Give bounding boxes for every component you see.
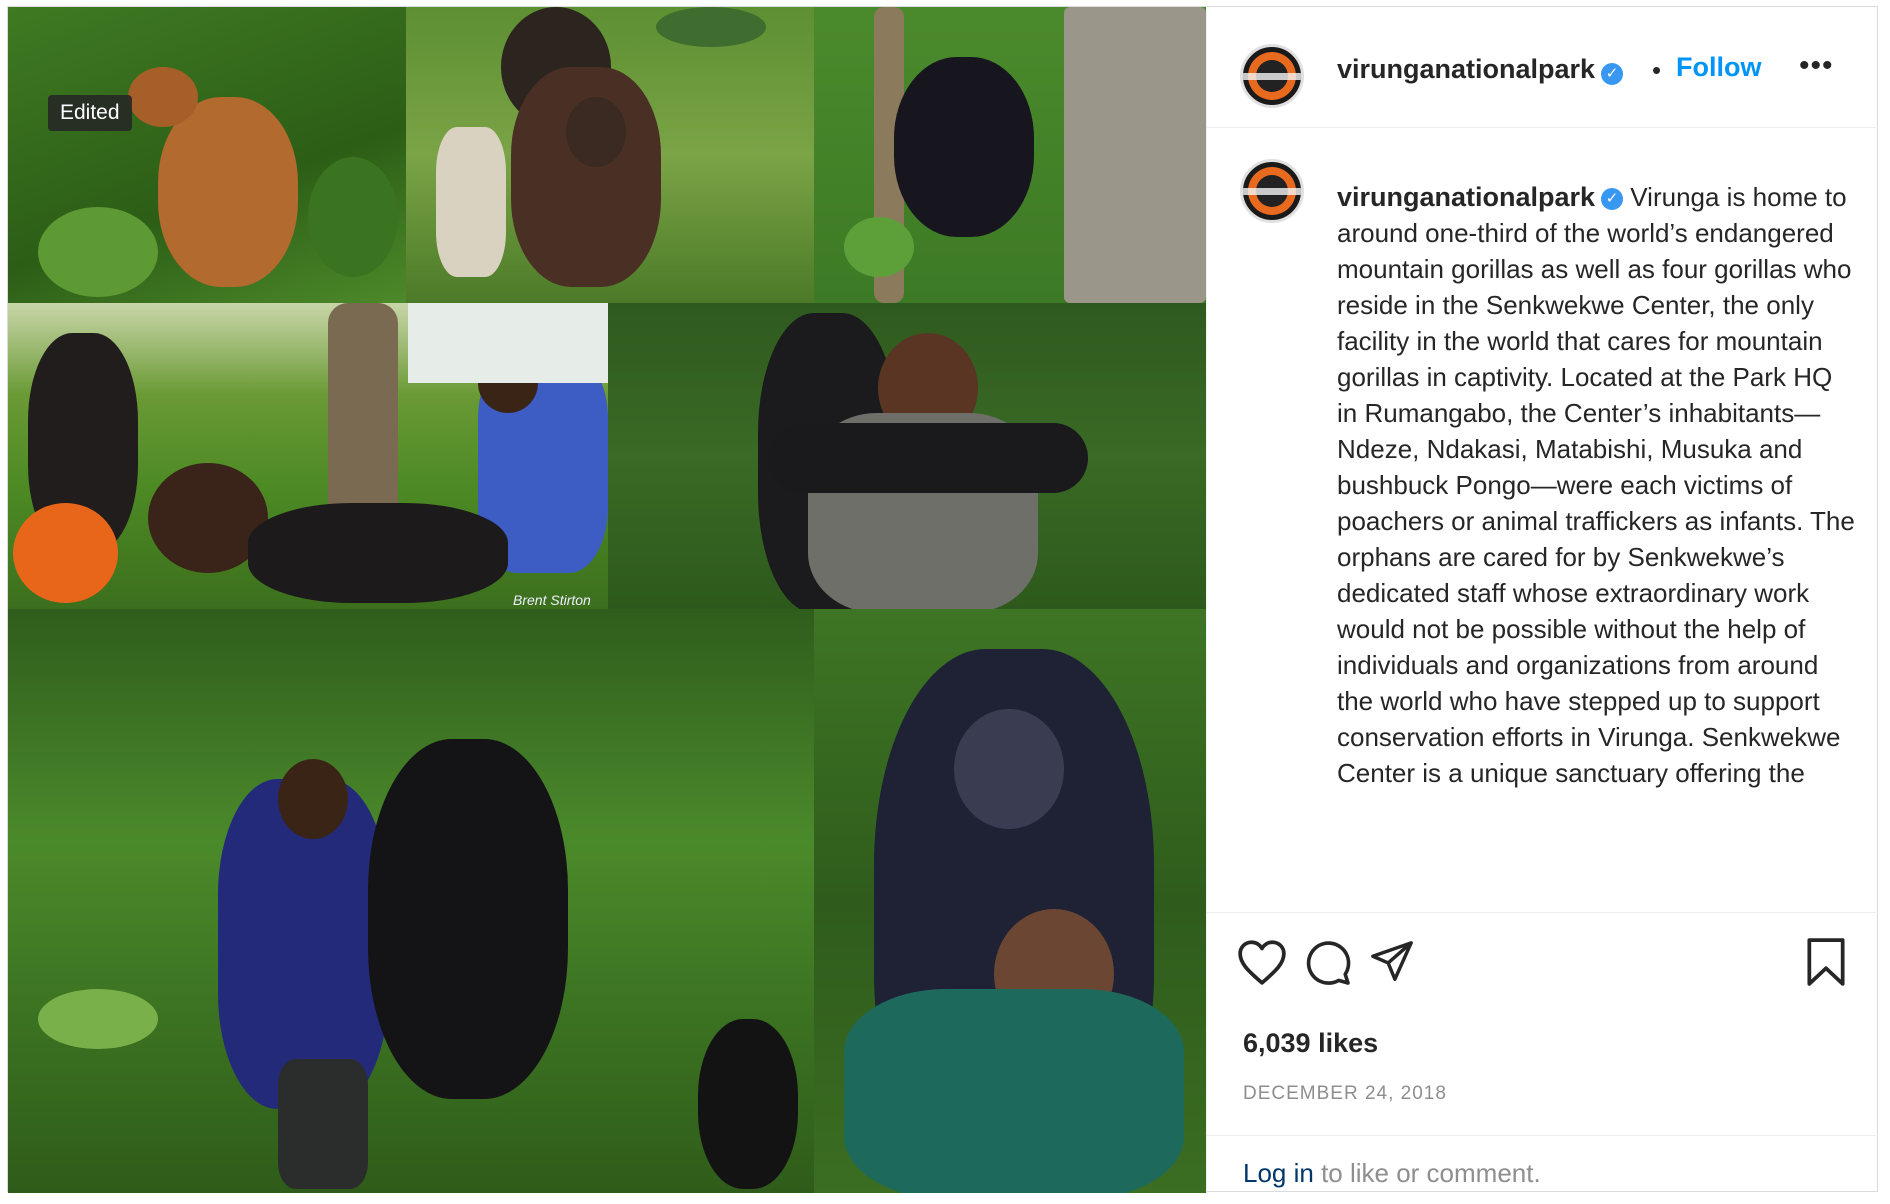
- header-username[interactable]: virunganationalpark: [1337, 54, 1595, 84]
- profile-avatar[interactable]: [1240, 44, 1304, 108]
- login-link[interactable]: Log in: [1243, 1158, 1314, 1188]
- avatar-band: [1243, 188, 1301, 195]
- comment-bubble-icon[interactable]: [1303, 939, 1353, 987]
- post-image-collage[interactable]: Edited Brent Stirton: [8, 7, 1206, 1193]
- photo-keeper-sitting-with-gorilla: [8, 609, 814, 1193]
- photo-gorilla-hugging-keeper: [608, 303, 1206, 609]
- caption-username[interactable]: virunganationalpark: [1337, 182, 1595, 212]
- caption-avatar[interactable]: [1240, 159, 1304, 223]
- bookmark-icon[interactable]: [1804, 937, 1848, 987]
- photo-keepers-with-gorillas-and-ball: [8, 303, 608, 609]
- header-username-group: virunganationalpark ✓: [1337, 54, 1624, 85]
- photo-gorilla-with-keeper: [406, 7, 814, 303]
- header-separator: •: [1652, 55, 1662, 85]
- post-header: virunganationalpark ✓ • Follow •••: [1207, 7, 1878, 128]
- caption-text-block: virunganationalpark ✓ Virunga is home to …: [1337, 179, 1857, 791]
- heart-icon[interactable]: [1237, 939, 1287, 985]
- post-sidebar: virunganationalpark ✓ • Follow ••• virung…: [1206, 7, 1878, 1193]
- paper-plane-icon[interactable]: [1367, 939, 1417, 985]
- login-rest: to like or comment.: [1313, 1158, 1541, 1188]
- login-prompt: Log in to like or comment.: [1207, 1135, 1878, 1195]
- caption-area[interactable]: virunganationalpark ✓ Virunga is home to …: [1207, 127, 1878, 912]
- verified-badge-icon: ✓: [1601, 62, 1624, 85]
- post-actions: 6,039 likes DECEMBER 24, 2018 Log in to …: [1207, 912, 1878, 1194]
- photo-credit: Brent Stirton: [513, 592, 591, 608]
- edited-badge: Edited: [48, 95, 132, 131]
- post-date[interactable]: DECEMBER 24, 2018: [1243, 1083, 1447, 1105]
- follow-button[interactable]: Follow: [1676, 52, 1761, 83]
- login-text: Log in to like or comment.: [1243, 1158, 1541, 1189]
- more-options-icon[interactable]: •••: [1799, 49, 1834, 83]
- verified-badge-icon: ✓: [1601, 188, 1624, 211]
- caption-text: Virunga is home to around one-third of t…: [1337, 182, 1855, 788]
- avatar-band: [1243, 73, 1301, 80]
- photo-gorilla-climbing-tree: [814, 7, 1206, 303]
- instagram-post: Edited Brent Stirton virunganationalpark…: [7, 6, 1878, 1193]
- likes-count[interactable]: 6,039 likes: [1243, 1028, 1378, 1059]
- photo-gorilla-on-keepers-back: [814, 609, 1206, 1193]
- photo-bushbuck: [8, 7, 406, 303]
